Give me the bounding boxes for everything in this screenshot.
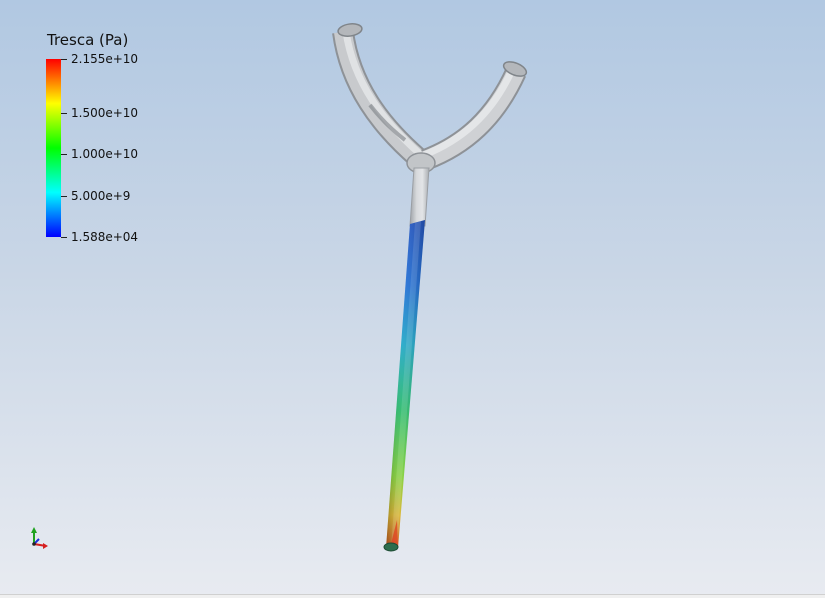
legend-tick-mark — [61, 154, 67, 156]
viewport-bottom-border — [0, 594, 825, 598]
orientation-axes[interactable] — [26, 524, 52, 554]
stem-stressed-section — [386, 220, 425, 548]
legend-tick-label: 1.588e+04 — [71, 230, 139, 244]
axes-origin — [32, 542, 36, 546]
y-axis-arrow — [31, 527, 37, 533]
left-branch — [332, 30, 426, 167]
3d-viewport[interactable]: Tresca (Pa) 2.155e+10 1.500e+10 1.000e+10 5… — [0, 0, 825, 598]
color-legend: Tresca (Pa) 2.155e+10 1.500e+10 1.000e+10 5… — [42, 30, 172, 245]
legend-tick-mark — [61, 237, 67, 238]
stem-upper-section — [409, 167, 430, 227]
stem-bottom-opening — [383, 542, 399, 552]
legend-tick-mark — [61, 195, 67, 197]
x-axis-arrow — [43, 543, 48, 549]
legend-tick-label: 5.000e+9 — [71, 188, 131, 203]
legend-tick-label: 2.155e+10 — [71, 52, 139, 66]
left-branch-opening — [337, 23, 363, 37]
legend-tick-mark — [61, 113, 67, 115]
legend-tick-label: 1.000e+10 — [71, 147, 139, 162]
right-branch — [420, 67, 527, 171]
legend-title: Tresca (Pa) — [47, 31, 129, 49]
legend-tick-mark — [61, 59, 67, 60]
legend-tick-label: 1.500e+10 — [71, 106, 139, 121]
colorbar — [46, 59, 61, 237]
